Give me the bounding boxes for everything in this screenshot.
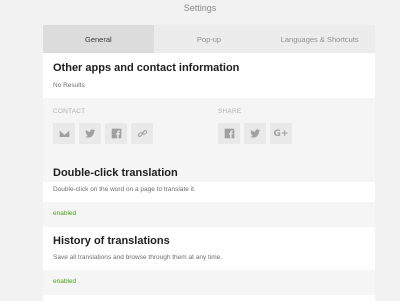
double-click-description: Double-click on the word on a page to tr… xyxy=(53,186,196,193)
contact-twitter-button[interactable] xyxy=(79,123,101,144)
history-status-toggle[interactable]: enabled xyxy=(53,278,76,285)
tab-languages-shortcuts[interactable]: Languages & Shortcuts xyxy=(264,25,375,53)
history-description: Save all translations and browse through… xyxy=(53,254,223,261)
history-heading: History of translations xyxy=(53,235,170,247)
facebook-icon xyxy=(111,128,121,139)
tab-general[interactable]: General xyxy=(43,25,154,53)
settings-panel: General Pop-up Languages & Shortcuts Oth… xyxy=(43,25,375,301)
other-apps-subtitle: No Results xyxy=(53,82,85,89)
contact-facebook-button[interactable] xyxy=(105,123,127,144)
share-icons: G+ xyxy=(218,123,292,144)
window-title: Settings xyxy=(183,3,217,13)
share-facebook-button[interactable] xyxy=(218,123,240,144)
twitter-icon xyxy=(84,129,95,138)
contact-icons xyxy=(53,123,153,144)
history-status-bar: enabled xyxy=(43,270,375,295)
tab-pop-up[interactable]: Pop-up xyxy=(154,25,265,53)
share-twitter-button[interactable] xyxy=(244,123,266,144)
google-plus-icon: G+ xyxy=(273,128,289,139)
share-google-plus-button[interactable]: G+ xyxy=(270,123,292,144)
mail-icon xyxy=(59,130,69,137)
contact-mail-button[interactable] xyxy=(53,123,75,144)
double-click-heading: Double-click translation xyxy=(53,167,178,179)
contact-label: CONTACT xyxy=(53,108,86,115)
share-label: SHARE xyxy=(218,108,242,115)
double-click-status-toggle[interactable]: enabled xyxy=(53,210,76,217)
double-click-status-bar: enabled xyxy=(43,202,375,227)
link-icon xyxy=(137,130,147,137)
facebook-icon xyxy=(224,128,234,139)
contact-link-button[interactable] xyxy=(131,123,153,144)
other-apps-heading: Other apps and contact information xyxy=(53,62,240,74)
twitter-icon xyxy=(249,129,260,138)
tab-bar: General Pop-up Languages & Shortcuts xyxy=(43,25,375,53)
